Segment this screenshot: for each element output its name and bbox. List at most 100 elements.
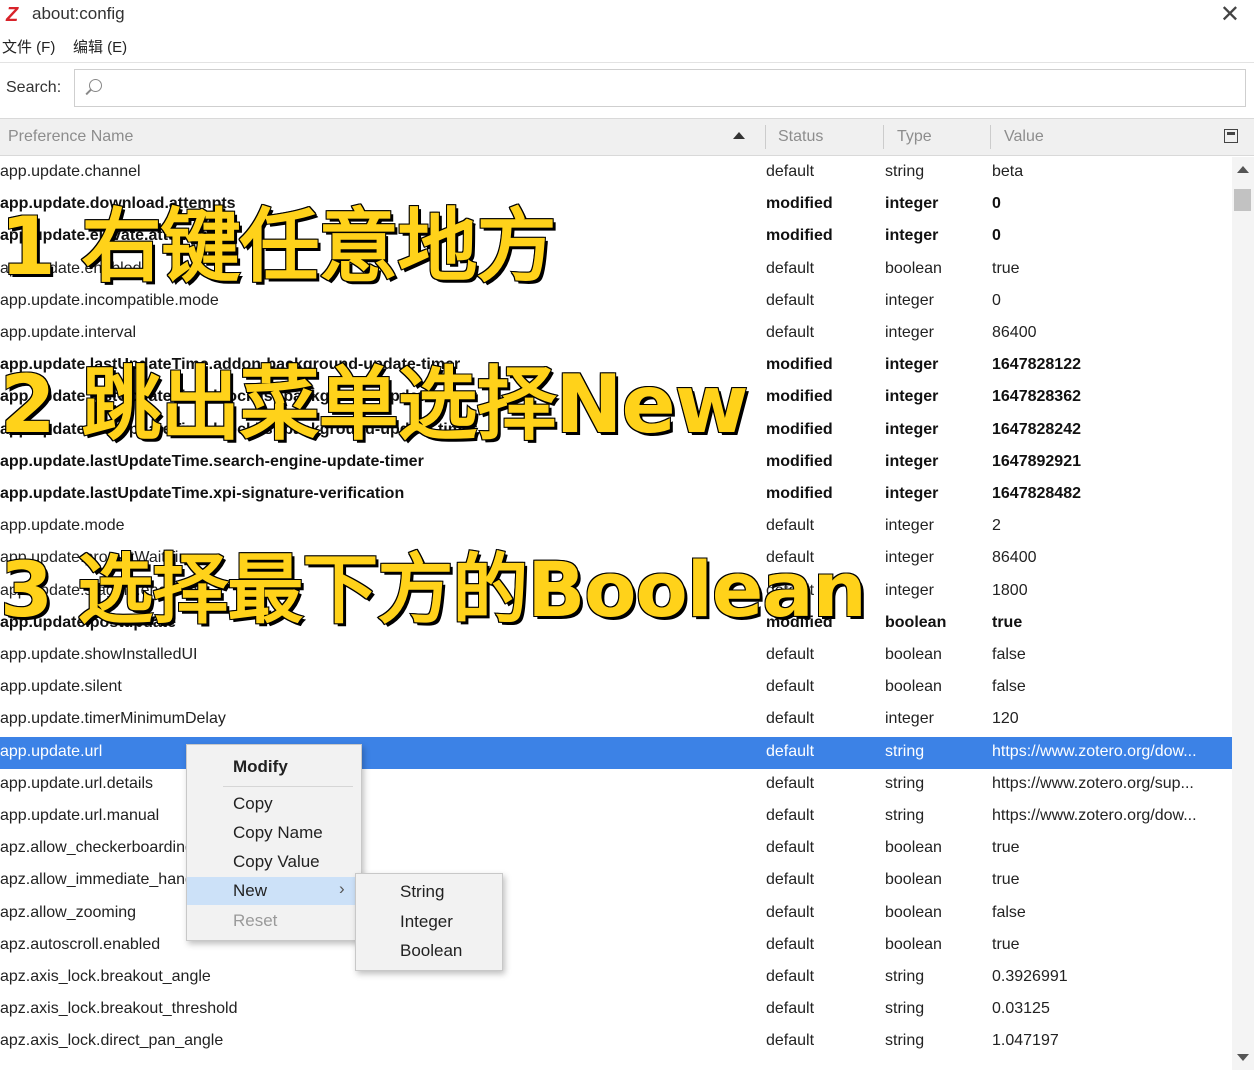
pref-status: default xyxy=(766,646,815,663)
menu-item-copy-name[interactable]: Copy Name xyxy=(187,819,361,847)
table-row[interactable]: app.update.showInstalledUI default boolean… xyxy=(0,640,1232,672)
column-divider[interactable] xyxy=(765,125,766,149)
column-picker-icon[interactable] xyxy=(1224,129,1238,143)
pref-value: https://www.zotero.org/sup... xyxy=(992,774,1194,792)
table-row[interactable]: app.update.url.manual default string https:… xyxy=(0,801,1232,833)
pref-type: boolean xyxy=(885,871,942,889)
pref-value: 1647828242 xyxy=(992,420,1081,438)
search-label: Search: xyxy=(6,79,62,96)
pref-value: 120 xyxy=(992,710,1019,728)
pref-value: 1800 xyxy=(992,581,1028,599)
close-button[interactable]: ✕ xyxy=(1220,0,1240,29)
pref-status: default xyxy=(766,259,815,277)
column-divider[interactable] xyxy=(990,125,991,149)
menu-item-copy[interactable]: Copy xyxy=(187,790,361,818)
scroll-thumb[interactable] xyxy=(1234,189,1251,211)
pref-value: 1.047197 xyxy=(992,1032,1059,1050)
pref-type: boolean xyxy=(885,903,942,921)
submenu-item-boolean[interactable]: Boolean xyxy=(356,937,502,965)
column-header-name[interactable]: Preference Name xyxy=(8,128,133,146)
table-row[interactable]: apz.axis_lock.breakout_angle default strin… xyxy=(0,962,1232,994)
pref-value: 0 xyxy=(992,227,1001,245)
pref-value: true xyxy=(992,259,1020,277)
menu-item-label: New xyxy=(233,881,268,900)
pref-value: beta xyxy=(992,163,1024,180)
submenu-item-label: Integer xyxy=(400,912,453,931)
search-icon xyxy=(89,79,102,92)
pref-type: integer xyxy=(885,195,939,213)
pref-name: apz.axis_lock.breakout_threshold xyxy=(0,1000,238,1018)
table-row[interactable]: app.update.timerMinimumDelay default integ… xyxy=(0,704,1232,736)
column-header-status[interactable]: Status xyxy=(778,128,823,146)
new-submenu: String Integer Boolean xyxy=(355,873,503,971)
column-divider[interactable] xyxy=(883,125,884,149)
menu-file[interactable]: 文件 (F) xyxy=(2,36,55,57)
pref-value: 0.03125 xyxy=(992,1000,1050,1018)
table-row[interactable]: app.update.silent default boolean false xyxy=(0,672,1232,704)
menu-item-label: Copy Name xyxy=(233,823,323,842)
table-row[interactable]: app.update.url.details default string https… xyxy=(0,769,1232,801)
pref-status: default xyxy=(766,774,815,792)
menu-item-copy-value[interactable]: Copy Value xyxy=(187,848,361,876)
table-row[interactable]: apz.axis_lock.breakout_threshold default s… xyxy=(0,994,1232,1026)
scroll-up-arrow-icon[interactable] xyxy=(1237,166,1249,173)
search-input[interactable] xyxy=(74,69,1246,107)
chevron-right-icon: › xyxy=(339,879,345,898)
pref-type: string xyxy=(885,968,925,985)
pref-type: integer xyxy=(885,324,934,341)
pref-status: default xyxy=(766,807,815,824)
pref-type: integer xyxy=(885,517,934,535)
pref-type: integer xyxy=(885,485,939,502)
pref-value: false xyxy=(992,646,1026,663)
pref-type: boolean xyxy=(885,839,942,857)
menu-item-new[interactable]: New › xyxy=(187,877,361,905)
pref-status: modified xyxy=(766,195,833,213)
pref-name: app.update.timerMinimumDelay xyxy=(0,710,226,728)
table-row[interactable]: apz.autoscroll.enabled default boolean true xyxy=(0,930,1232,962)
pref-type: boolean xyxy=(885,935,942,953)
pref-name: app.update.showInstalledUI xyxy=(0,646,198,663)
context-menu: Modify Copy Copy Name Copy Value New › R… xyxy=(186,744,362,941)
pref-status: default xyxy=(766,935,815,953)
submenu-item-integer[interactable]: Integer xyxy=(356,908,502,936)
pref-type: boolean xyxy=(885,646,942,663)
pref-type: integer xyxy=(885,356,939,374)
pref-status: default xyxy=(766,324,815,341)
pref-type: boolean xyxy=(885,678,942,696)
pref-name: app.update.channel xyxy=(0,163,141,180)
pref-status: default xyxy=(766,903,815,921)
table-row[interactable]: apz.allow_checkerboarding default boolean t… xyxy=(0,833,1232,865)
submenu-item-string[interactable]: String xyxy=(356,878,502,906)
menu-item-modify[interactable]: Modify xyxy=(187,753,361,781)
pref-status: modified xyxy=(766,485,833,502)
table-row[interactable]: app.update.url default string https://www.z… xyxy=(0,736,1232,769)
pref-type: string xyxy=(885,807,925,824)
pref-value: true xyxy=(992,935,1020,953)
column-header-type[interactable]: Type xyxy=(897,128,932,146)
pref-name: app.update.lastUpdateTime.xpi-signature-… xyxy=(0,485,405,502)
table-row[interactable]: apz.axis_lock.direct_pan_angle default str… xyxy=(0,1026,1232,1058)
sort-ascending-icon xyxy=(733,132,745,139)
pref-status: default xyxy=(766,742,815,760)
vertical-scrollbar[interactable] xyxy=(1232,157,1254,1070)
pref-value: 86400 xyxy=(992,324,1037,341)
pref-status: modified xyxy=(766,388,833,406)
pref-value: 0 xyxy=(992,291,1001,309)
pref-type: boolean xyxy=(885,259,942,277)
table-row[interactable]: apz.allow_zooming default boolean false xyxy=(0,898,1232,930)
menu-edit[interactable]: 编辑 (E) xyxy=(73,36,127,57)
pref-value: 1647828362 xyxy=(992,388,1081,406)
table-row[interactable]: apz.allow_immediate_handoff default boolea… xyxy=(0,865,1232,897)
pref-value: https://www.zotero.org/dow... xyxy=(992,742,1197,760)
column-header-value[interactable]: Value xyxy=(1004,128,1044,146)
scroll-down-arrow-icon[interactable] xyxy=(1237,1054,1249,1061)
menu-separator xyxy=(223,786,353,787)
pref-status: default xyxy=(766,968,815,985)
pref-status: default xyxy=(766,678,815,696)
pref-type: integer xyxy=(885,388,939,406)
pref-value: false xyxy=(992,903,1026,921)
pref-type: string xyxy=(885,163,925,180)
pref-type: string xyxy=(885,1032,925,1050)
table-row[interactable]: app.update.lastUpdateTime.xpi-signature-… xyxy=(0,479,1232,511)
instruction-step-3: 3 选择最下方的Boolean xyxy=(0,544,868,635)
